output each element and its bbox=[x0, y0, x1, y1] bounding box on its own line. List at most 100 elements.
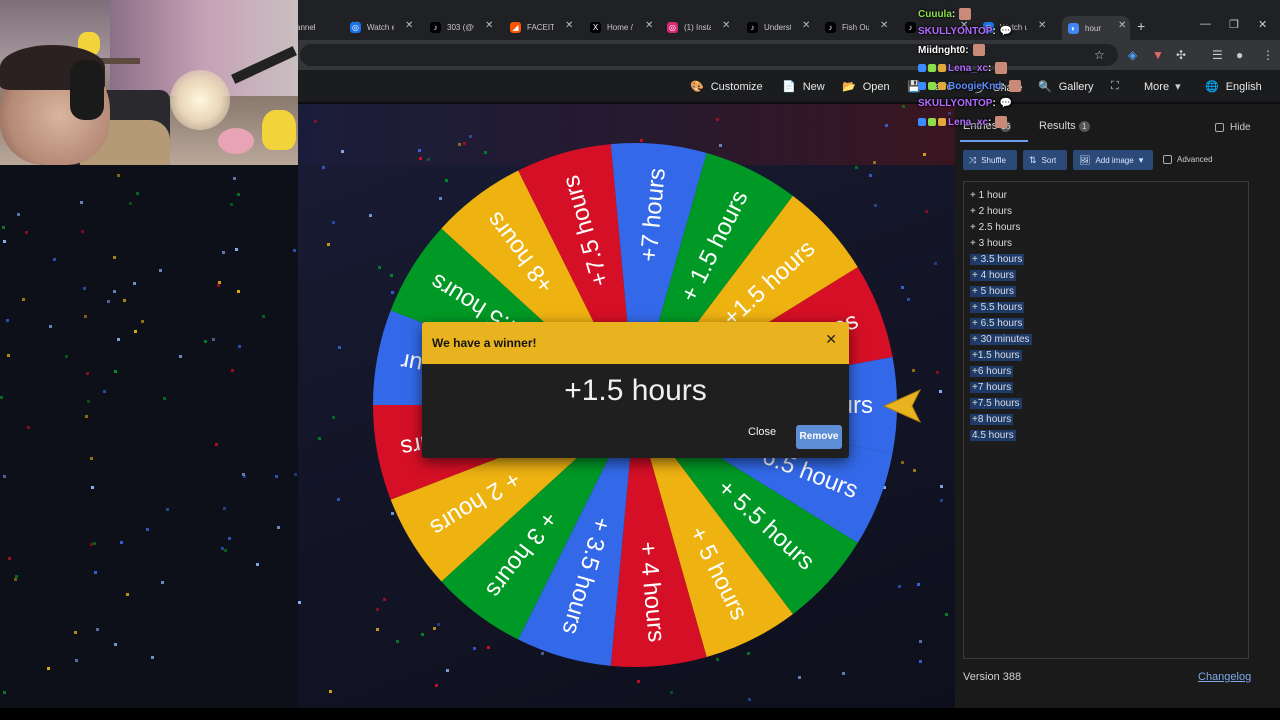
confetti-piece bbox=[103, 390, 106, 393]
tab-close-icon[interactable]: ✕ bbox=[1038, 20, 1046, 31]
confetti-piece bbox=[327, 243, 330, 246]
tab-favicon-icon: ♪ bbox=[430, 21, 441, 33]
chat-message: Miidnght0 : bbox=[918, 44, 985, 56]
confetti-piece bbox=[224, 549, 227, 552]
confetti-piece bbox=[885, 124, 888, 127]
chat-message: Lena_xc : bbox=[918, 62, 1008, 74]
confetti-piece bbox=[117, 174, 120, 177]
sort-button[interactable]: ⇅ Sort bbox=[1023, 150, 1067, 170]
add-image-button[interactable]: 🖼 Add image ▾ bbox=[1073, 150, 1153, 170]
extension-icon[interactable]: ▼ bbox=[1152, 48, 1164, 62]
browser-tab[interactable]: ♪ 303 (@w bbox=[430, 14, 474, 40]
confetti-piece bbox=[53, 258, 56, 261]
chevron-down-icon: ▾ bbox=[1175, 81, 1181, 93]
browser-tab[interactable]: ◎ (1) Insta bbox=[667, 14, 711, 40]
language-icon: 🌐 bbox=[1205, 81, 1219, 93]
remove-button[interactable]: Remove bbox=[796, 425, 842, 449]
menu-fullscreen[interactable]: ⛶ bbox=[1111, 80, 1126, 93]
new-tab-button[interactable]: + bbox=[1137, 18, 1145, 34]
chat-username: Lena_xc bbox=[948, 116, 989, 128]
browser-tab[interactable]: ♪ Fish Out bbox=[825, 14, 869, 40]
browser-menu-icon[interactable]: ⋮ bbox=[1262, 48, 1274, 62]
browser-tab[interactable]: ◎ Watch e bbox=[350, 14, 394, 40]
confetti-piece bbox=[212, 338, 215, 341]
chat-message: SKULLYONTOP : 💬 bbox=[918, 98, 1012, 109]
browser-tab[interactable]: ◢ FACEIT.c bbox=[510, 14, 554, 40]
close-icon[interactable]: ✕ bbox=[825, 331, 837, 348]
browser-tab[interactable]: X Home / bbox=[590, 14, 634, 40]
tab-close-icon[interactable]: ✕ bbox=[722, 20, 730, 31]
winner-dialog: We have a winner! ✕ +1.5 hours Close Rem… bbox=[422, 322, 849, 458]
image-icon: 🖼 bbox=[1079, 154, 1091, 165]
chat-badge-icon bbox=[928, 118, 936, 126]
tab-close-icon[interactable]: ✕ bbox=[802, 20, 810, 31]
profile-avatar[interactable]: ● bbox=[1236, 48, 1243, 62]
version-label: Version 388 bbox=[963, 671, 1022, 683]
chat-separator: : bbox=[992, 26, 996, 37]
confetti-piece bbox=[243, 475, 246, 478]
tab-close-icon[interactable]: ✕ bbox=[645, 20, 653, 31]
browser-tab-label: (1) Insta bbox=[684, 22, 711, 32]
results-count-badge: 1 bbox=[1078, 121, 1090, 132]
confetti-piece bbox=[233, 177, 236, 180]
extensions-puzzle-icon[interactable]: ✣ bbox=[1176, 48, 1186, 62]
menu-new[interactable]: 📄 New bbox=[782, 80, 825, 94]
chat-message: BoogieKnd : bbox=[918, 80, 1021, 92]
confetti-piece bbox=[469, 135, 472, 138]
confetti-piece bbox=[256, 563, 259, 566]
menu-gallery-label: Gallery bbox=[1058, 80, 1094, 93]
tab-results[interactable]: Results 1 bbox=[1039, 120, 1090, 132]
shuffle-button[interactable]: ⤨ Shuffle bbox=[963, 150, 1017, 170]
list-item: 4.5 hours bbox=[970, 430, 1016, 441]
browser-tab-label: FACEIT.c bbox=[527, 22, 554, 32]
list-item: +7 hours bbox=[970, 382, 1014, 393]
canvas-backdrop bbox=[0, 165, 298, 720]
changelog-link[interactable]: Changelog bbox=[1198, 671, 1251, 683]
close-button[interactable]: Close bbox=[748, 426, 776, 438]
hide-label: Hide bbox=[1230, 122, 1251, 133]
browser-tab-label: Fish Out bbox=[842, 22, 869, 32]
confetti-piece bbox=[716, 118, 719, 121]
tab-close-icon[interactable]: ✕ bbox=[405, 20, 413, 31]
hide-checkbox[interactable] bbox=[1215, 123, 1224, 132]
window-close-icon[interactable]: ✕ bbox=[1258, 18, 1267, 31]
menu-language[interactable]: 🌐 English bbox=[1205, 80, 1262, 94]
confetti-piece bbox=[215, 443, 218, 446]
list-item: + 4 hours bbox=[970, 270, 1016, 281]
tab-close-icon[interactable]: ✕ bbox=[485, 20, 493, 31]
confetti-piece bbox=[141, 320, 144, 323]
extension-icon[interactable]: ◈ bbox=[1128, 48, 1137, 62]
confetti-piece bbox=[204, 340, 207, 343]
confetti-piece bbox=[81, 230, 84, 233]
tab-close-icon[interactable]: ✕ bbox=[1118, 20, 1126, 31]
list-item: + 30 minutes bbox=[970, 334, 1032, 345]
reading-list-icon[interactable]: ☰ bbox=[1212, 48, 1223, 62]
confetti-piece bbox=[94, 571, 97, 574]
chat-emote-icon bbox=[995, 116, 1008, 128]
menu-language-label: English bbox=[1225, 80, 1262, 93]
browser-tab[interactable]: ♪ Underst bbox=[747, 14, 791, 40]
browser-tab-label: hour bbox=[1085, 23, 1102, 33]
confetti-piece bbox=[8, 557, 11, 560]
menu-open-label: Open bbox=[862, 80, 890, 93]
tab-close-icon[interactable]: ✕ bbox=[880, 20, 888, 31]
menu-customize[interactable]: 🎨 Customize bbox=[690, 80, 763, 94]
menu-more[interactable]: More ▾ bbox=[1144, 80, 1188, 94]
gallery-icon: 🔍 bbox=[1038, 81, 1052, 93]
list-item: + 1 hour bbox=[970, 190, 1007, 201]
confetti-piece bbox=[901, 461, 904, 464]
browser-tab[interactable]: annel bbox=[296, 14, 340, 40]
menu-open[interactable]: 📂 Open bbox=[842, 80, 890, 94]
chat-emote-icon bbox=[1008, 80, 1021, 92]
list-item: + 5 hours bbox=[970, 286, 1016, 297]
active-tab-indicator bbox=[960, 140, 1028, 142]
confetti-piece bbox=[842, 672, 845, 675]
maximize-icon[interactable]: ❐ bbox=[1229, 18, 1239, 31]
page-scrollbar[interactable] bbox=[1270, 104, 1280, 708]
tab-close-icon[interactable]: ✕ bbox=[565, 20, 573, 31]
minimize-icon[interactable]: — bbox=[1200, 18, 1211, 30]
chat-badge-icon bbox=[928, 64, 936, 72]
advanced-checkbox[interactable] bbox=[1163, 155, 1172, 164]
menu-gallery[interactable]: 🔍 Gallery bbox=[1038, 80, 1094, 94]
bookmark-star-icon[interactable]: ☆ bbox=[1094, 48, 1105, 62]
